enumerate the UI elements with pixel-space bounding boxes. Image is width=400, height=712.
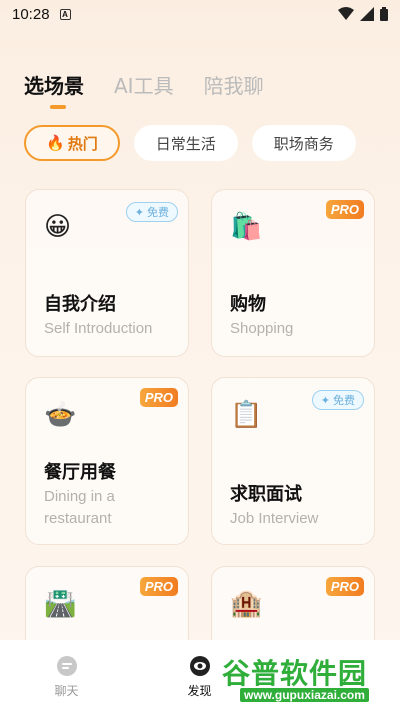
- hotel-icon: 🏨: [230, 589, 263, 619]
- category-chips: 🔥 热门 日常生活 职场商务: [24, 125, 356, 161]
- discover-icon: [189, 656, 210, 676]
- fire-icon: 🔥: [46, 134, 65, 152]
- nav-chat[interactable]: 聊天: [0, 640, 133, 712]
- free-badge-label: 免费: [333, 394, 355, 407]
- tab-ai-tools[interactable]: AI工具: [114, 70, 174, 99]
- card-title: 求职面试: [230, 484, 302, 505]
- battery-icon: [380, 7, 388, 21]
- nav-chat-label: 聊天: [54, 684, 79, 698]
- scene-card-job-interview[interactable]: 📋 ✦ 免费 求职面试 Job Interview: [211, 377, 375, 545]
- chat-icon: [56, 656, 77, 676]
- scene-card-self-introduction[interactable]: 😀 ✦ 免费 自我介绍 Self Introduction: [25, 189, 189, 357]
- card-title: 购物: [230, 294, 266, 315]
- chip-label: 日常生活: [155, 134, 216, 153]
- watermark-url: www.gupuxiazai.com: [240, 688, 369, 702]
- pro-badge: PRO: [139, 388, 178, 407]
- chip-workplace-business[interactable]: 职场商务: [251, 125, 356, 161]
- top-tabs: 选场景 AI工具 陪我聊: [24, 70, 264, 109]
- sim-icon: A: [59, 8, 71, 20]
- nav-discover-label: 发现: [187, 684, 212, 698]
- chip-daily-life[interactable]: 日常生活: [133, 125, 238, 161]
- shopping-bags-icon: 🛍️: [230, 212, 263, 242]
- card-subtitle: Shopping: [230, 320, 294, 337]
- scene-card-shopping[interactable]: 🛍️ PRO 购物 Shopping: [211, 189, 375, 357]
- smile-emoji-icon: 😀: [44, 212, 72, 242]
- watermark-title: 谷普软件园: [222, 657, 368, 690]
- card-subtitle: Dining in a restaurant: [44, 488, 115, 527]
- sparkle-icon: ✦: [320, 393, 330, 407]
- clipboard-icon: 📋: [230, 400, 263, 430]
- pro-badge: PRO: [325, 200, 364, 219]
- free-badge: ✦ 免费: [311, 390, 364, 410]
- watermark-logo: 谷普软件园 www.gupuxiazai.com: [218, 650, 398, 708]
- status-time: 10:28: [12, 5, 50, 23]
- free-badge-label: 免费: [147, 206, 169, 219]
- tab-chat-with-me[interactable]: 陪我聊: [204, 70, 264, 99]
- card-title: 餐厅用餐: [44, 462, 116, 483]
- food-bowl-icon: 🍲: [44, 400, 77, 430]
- status-bar: 10:28 A: [0, 0, 400, 28]
- wifi-icon: [338, 7, 354, 20]
- chip-label: 职场商务: [273, 134, 334, 153]
- sparkle-icon: ✦: [134, 205, 144, 219]
- signal-icon: [360, 7, 374, 21]
- tab-scenes[interactable]: 选场景: [24, 70, 84, 109]
- card-title: 自我介绍: [44, 294, 116, 315]
- pro-badge: PRO: [325, 577, 364, 596]
- road-icon: 🛣️: [44, 589, 77, 619]
- card-subtitle: Self Introduction: [44, 320, 153, 337]
- chip-label: 热门: [67, 134, 98, 153]
- scene-card-dining[interactable]: 🍲 PRO 餐厅用餐 Dining in a restaurant: [25, 377, 189, 545]
- free-badge: ✦ 免费: [125, 202, 178, 222]
- card-subtitle: Job Interview: [230, 510, 319, 527]
- chip-hot[interactable]: 🔥 热门: [24, 125, 120, 161]
- pro-badge: PRO: [139, 577, 178, 596]
